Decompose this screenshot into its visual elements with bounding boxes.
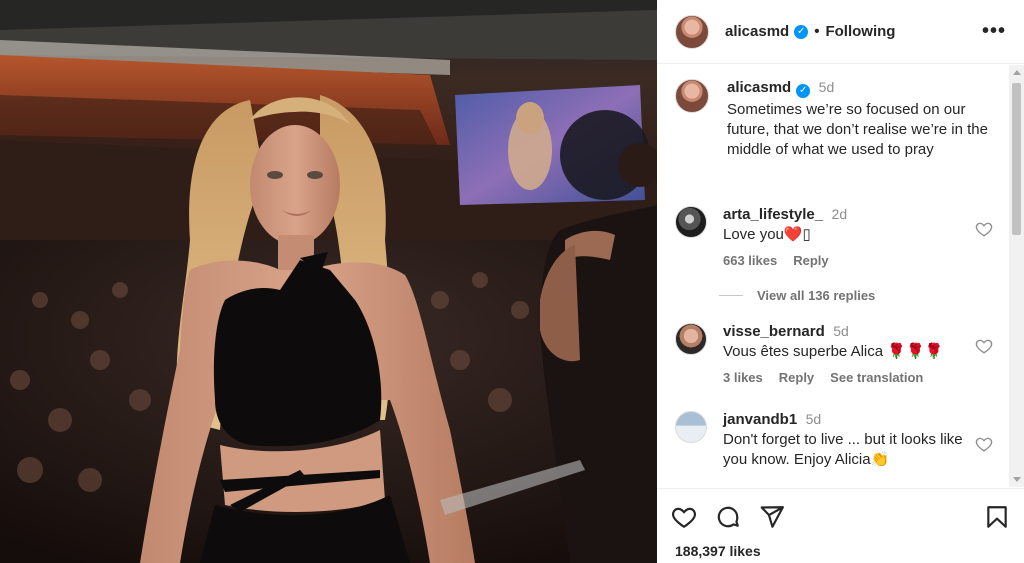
caption-age[interactable]: 5d — [819, 79, 835, 95]
like-heart-icon[interactable] — [671, 504, 697, 530]
separator-dot: • — [814, 23, 820, 40]
comments-list[interactable]: alicasmd ✓ 5d Sometimes we’re so focused … — [657, 65, 1009, 487]
comment-text: Don't forget to live ... but it looks li… — [723, 430, 963, 468]
commenter-avatar[interactable] — [675, 322, 707, 355]
see-translation-button[interactable]: See translation — [830, 370, 923, 385]
reply-button[interactable]: Reply — [793, 253, 828, 268]
post-photo[interactable] — [0, 0, 657, 563]
comment-item: arta_lifestyle_ 2d Love you❤️▯ 663 likes… — [657, 205, 1009, 268]
like-comment-heart-icon[interactable] — [975, 435, 993, 453]
like-comment-heart-icon[interactable] — [975, 220, 993, 238]
caption-text: Sometimes we’re so focused on our future… — [727, 100, 988, 158]
concert-photo-image — [0, 0, 657, 563]
comment-age[interactable]: 5d — [833, 323, 849, 339]
scrollbar-thumb[interactable] — [1012, 83, 1021, 235]
comments-scrollbar[interactable] — [1009, 65, 1024, 487]
comment-likes[interactable]: 663 likes — [723, 253, 777, 268]
author-avatar[interactable] — [675, 14, 709, 49]
verified-badge-icon: ✓ — [794, 24, 809, 39]
post-actions: 188,397 likes — [657, 488, 1024, 563]
comment-username[interactable]: arta_lifestyle_ — [723, 206, 823, 223]
reply-button[interactable]: Reply — [779, 370, 814, 385]
author-username[interactable]: alicasmd — [725, 23, 789, 40]
like-comment-heart-icon[interactable] — [975, 337, 993, 355]
view-replies-label[interactable]: View all 136 replies — [757, 288, 875, 303]
caption-avatar[interactable] — [675, 79, 709, 113]
more-options-icon[interactable]: ••• — [982, 20, 1006, 43]
save-bookmark-icon[interactable] — [984, 504, 1010, 530]
post-side-panel: alicasmd ✓ • Following ••• alicasmd ✓ 5d … — [657, 0, 1024, 563]
comment-username[interactable]: visse_bernard — [723, 323, 825, 340]
share-paper-plane-icon[interactable] — [759, 504, 785, 530]
comment-age[interactable]: 2d — [832, 206, 848, 222]
commenter-avatar[interactable] — [675, 410, 707, 443]
scroll-down-arrow-icon[interactable] — [1013, 477, 1021, 482]
post-caption: alicasmd ✓ 5d Sometimes we’re so focused … — [657, 65, 1009, 160]
verified-badge-icon: ✓ — [796, 83, 811, 98]
view-replies-button[interactable]: View all 136 replies — [719, 288, 1009, 303]
comment-text: Love you❤️▯ — [723, 225, 811, 243]
comment-age[interactable]: 5d — [806, 411, 822, 427]
caption-username[interactable]: alicasmd — [727, 79, 791, 96]
post-header: alicasmd ✓ • Following ••• — [657, 0, 1024, 64]
comment-item: janvandb1 5d Don't forget to live ... bu… — [657, 410, 1009, 470]
comment-text: Vous êtes superbe Alica 🌹🌹🌹 — [723, 342, 944, 360]
scroll-up-arrow-icon[interactable] — [1013, 70, 1021, 75]
replies-divider — [719, 294, 743, 296]
comment-bubble-icon[interactable] — [715, 504, 741, 530]
comment-username[interactable]: janvandb1 — [723, 411, 797, 428]
following-button[interactable]: Following — [825, 23, 895, 40]
comment-likes[interactable]: 3 likes — [723, 370, 763, 385]
comment-item: visse_bernard 5d Vous êtes superbe Alica… — [657, 322, 1009, 385]
commenter-avatar[interactable] — [675, 205, 707, 238]
like-count[interactable]: 188,397 likes — [675, 543, 761, 559]
